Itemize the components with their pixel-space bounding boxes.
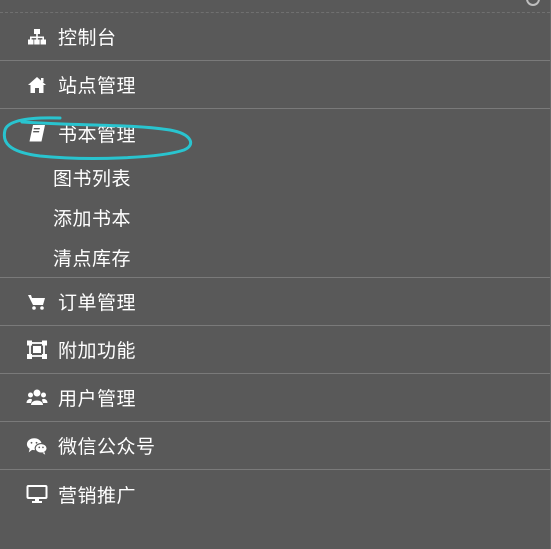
menu-item-label: 微信公众号 xyxy=(58,436,156,458)
book-icon xyxy=(26,122,48,144)
menu-item-site-management[interactable]: 站点管理 xyxy=(0,61,550,109)
sitemap-icon xyxy=(26,26,48,48)
monitor-icon xyxy=(26,483,48,505)
cart-icon xyxy=(26,291,48,313)
menu-item-label: 订单管理 xyxy=(58,292,137,314)
submenu-book-management: 图书列表 添加书本 清点库存 xyxy=(0,157,550,278)
crop-icon xyxy=(26,339,48,361)
menu-item-label: 附加功能 xyxy=(58,340,137,362)
wechat-icon xyxy=(26,435,48,457)
menu-item-label: 营销推广 xyxy=(58,484,137,507)
top-strip xyxy=(0,0,550,13)
menu-item-label: 站点管理 xyxy=(58,75,137,97)
menu-item-label: 用户管理 xyxy=(58,388,137,410)
menu-item-label: 书本管理 xyxy=(58,123,137,146)
menu-item-book-management[interactable]: 书本管理 xyxy=(0,109,550,157)
menu-item-extra-features[interactable]: 附加功能 xyxy=(0,326,550,374)
users-icon xyxy=(26,387,48,409)
menu-item-label: 控制台 xyxy=(58,27,117,49)
home-icon xyxy=(26,74,48,96)
submenu-item-inventory[interactable]: 清点库存 xyxy=(0,237,550,277)
refresh-icon[interactable] xyxy=(526,0,540,6)
menu-item-order-management[interactable]: 订单管理 xyxy=(0,278,550,326)
menu-item-user-management[interactable]: 用户管理 xyxy=(0,374,550,422)
menu-item-marketing[interactable]: 营销推广 xyxy=(0,470,550,518)
submenu-item-book-list[interactable]: 图书列表 xyxy=(0,157,550,197)
menu-item-wechat[interactable]: 微信公众号 xyxy=(0,422,550,470)
menu-group-book-management: 书本管理 图书列表 添加书本 清点库存 xyxy=(0,109,550,278)
submenu-item-add-book[interactable]: 添加书本 xyxy=(0,197,550,237)
menu-item-dashboard[interactable]: 控制台 xyxy=(0,13,550,61)
sidebar-menu: 控制台 站点管理 书本管理 图书列表 添加书本 清点库存 订单管理 附加功能 用… xyxy=(0,0,551,549)
